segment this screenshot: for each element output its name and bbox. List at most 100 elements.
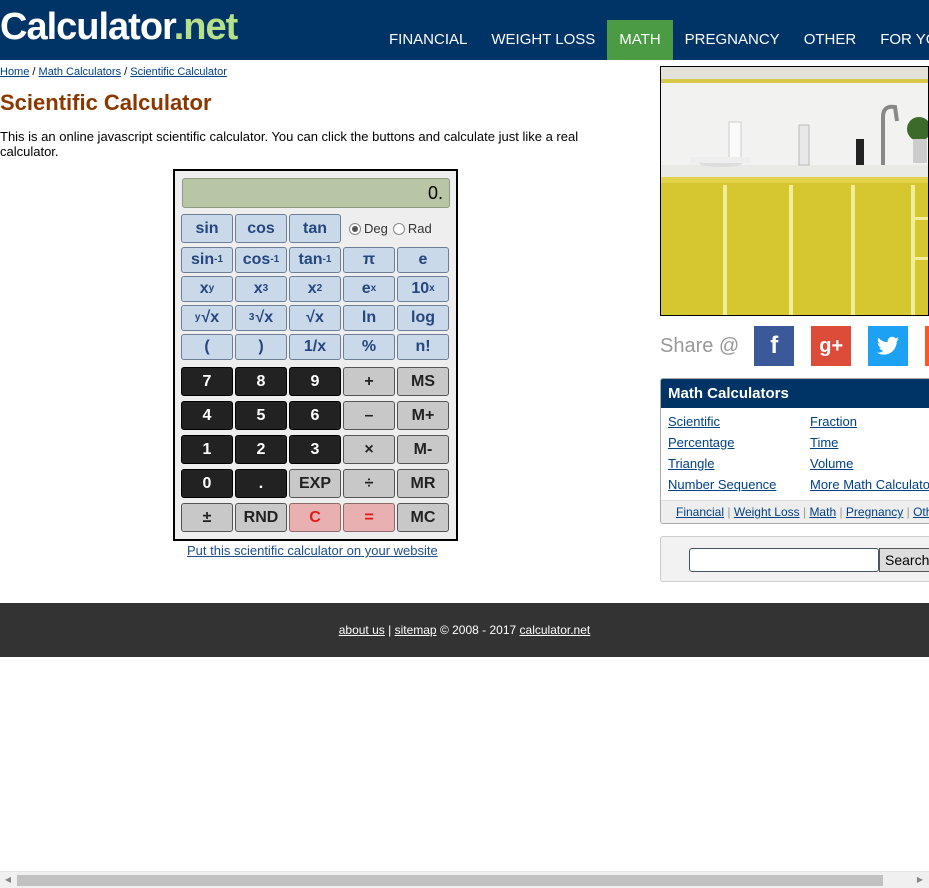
clear-button[interactable]: C	[289, 503, 341, 532]
link-more-math[interactable]: More Math Calculato	[810, 477, 929, 492]
category-pregnancy[interactable]: Pregnancy	[846, 505, 903, 519]
ten-power-button[interactable]: 10 x	[397, 276, 449, 302]
e-button[interactable]: e	[397, 247, 449, 273]
atan-label: tan	[298, 251, 323, 268]
memory-subtract-button[interactable]: M-	[397, 435, 449, 464]
digit-0-button[interactable]: 0	[181, 469, 233, 498]
cube-root-body: √x	[255, 309, 274, 326]
logo-suffix: .net	[173, 6, 239, 48]
cube-button[interactable]: x3	[235, 276, 287, 302]
scrollbar-thumb[interactable]	[17, 875, 883, 886]
more-icon[interactable]	[925, 326, 929, 366]
breadcrumb-scientific[interactable]: Scientific Calculator	[130, 66, 227, 78]
about-us-link[interactable]: about us	[339, 623, 385, 637]
link-scientific[interactable]: Scientific	[668, 414, 720, 429]
nav-financial[interactable]: FINANCIAL	[377, 20, 479, 60]
sin-button[interactable]: sin	[181, 214, 233, 243]
asin-label: sin	[190, 251, 215, 268]
multiply-button[interactable]: ×	[343, 435, 395, 464]
logo-main: Calculator	[0, 6, 175, 48]
breadcrumb-math[interactable]: Math Calculators	[39, 66, 122, 78]
digit-2-button[interactable]: 2	[235, 435, 287, 464]
exp-button[interactable]: EXP	[289, 469, 341, 498]
nav-for-your-site[interactable]: FOR YOUR SI	[868, 20, 929, 60]
category-math[interactable]: Math	[809, 505, 836, 519]
link-time[interactable]: Time	[810, 435, 838, 450]
log-button[interactable]: log	[397, 305, 449, 331]
reciprocal-button[interactable]: 1/x	[289, 334, 341, 360]
site-logo[interactable]: Calculator.net	[0, 6, 239, 49]
sqrt-button[interactable]: √x	[289, 305, 341, 331]
factorial-button[interactable]: n!	[397, 334, 449, 360]
deg-radio[interactable]	[349, 222, 361, 235]
search-box: Search	[660, 536, 929, 582]
memory-clear-button[interactable]: MC	[397, 503, 449, 532]
equals-button[interactable]: =	[343, 503, 395, 532]
digit-8-button[interactable]: 8	[235, 367, 287, 396]
nav-weight-loss[interactable]: WEIGHT LOSS	[479, 20, 607, 60]
digit-1-button[interactable]: 1	[181, 435, 233, 464]
open-paren-button[interactable]: (	[181, 334, 233, 360]
twitter-icon[interactable]	[868, 326, 909, 366]
round-button[interactable]: RND	[235, 503, 287, 532]
digit-7-button[interactable]: 7	[181, 367, 233, 396]
memory-recall-button[interactable]: MR	[397, 469, 449, 498]
digit-6-button[interactable]: 6	[289, 401, 341, 430]
category-other[interactable]: Oth	[913, 505, 929, 519]
embed-calculator-link[interactable]: Put this scientific calculator on your w…	[187, 543, 438, 558]
percent-button[interactable]: %	[343, 334, 395, 360]
digit-5-button[interactable]: 5	[235, 401, 287, 430]
horizontal-scrollbar[interactable]: ◀ ▶	[0, 871, 929, 888]
plus-button[interactable]: +	[343, 367, 395, 396]
scroll-left-icon[interactable]: ◀	[2, 874, 14, 886]
ln-button[interactable]: ln	[343, 305, 395, 331]
decimal-button[interactable]: .	[235, 469, 287, 498]
link-number-sequence[interactable]: Number Sequence	[668, 477, 776, 492]
scroll-right-icon[interactable]: ▶	[914, 874, 926, 886]
memory-store-button[interactable]: MS	[397, 367, 449, 396]
close-paren-button[interactable]: )	[235, 334, 287, 360]
sitemap-link[interactable]: sitemap	[395, 623, 437, 637]
breadcrumb: Home / Math Calculators / Scientific Cal…	[0, 66, 227, 78]
search-input[interactable]	[689, 548, 879, 572]
nav-other[interactable]: OTHER	[792, 20, 869, 60]
google-plus-icon[interactable]: g+	[811, 326, 852, 366]
cube-root-button[interactable]: 3 √x	[235, 305, 287, 331]
share-bar: Share @ f g+	[660, 326, 929, 366]
link-percentage[interactable]: Percentage	[668, 435, 735, 450]
digit-9-button[interactable]: 9	[289, 367, 341, 396]
pi-button[interactable]: π	[343, 247, 395, 273]
nav-math[interactable]: MATH	[607, 20, 673, 60]
power-y-button[interactable]: xy	[181, 276, 233, 302]
ten-power-exponent: x	[429, 283, 435, 294]
breadcrumb-home[interactable]: Home	[0, 66, 29, 78]
ad-image[interactable]	[660, 66, 929, 316]
link-fraction[interactable]: Fraction	[810, 414, 857, 429]
tan-button[interactable]: tan	[289, 214, 341, 243]
divide-button[interactable]: ÷	[343, 469, 395, 498]
search-button[interactable]: Search	[879, 548, 929, 572]
atan-button[interactable]: tan -1	[289, 247, 341, 273]
memory-add-button[interactable]: M+	[397, 401, 449, 430]
y-root-button[interactable]: y √x	[181, 305, 233, 331]
rad-radio[interactable]	[392, 222, 405, 235]
digit-4-button[interactable]: 4	[181, 401, 233, 430]
link-triangle[interactable]: Triangle	[668, 456, 714, 471]
exp-e-button[interactable]: ex	[343, 276, 395, 302]
cos-button[interactable]: cos	[235, 214, 287, 243]
sign-toggle-button[interactable]: ±	[181, 503, 233, 532]
link-volume[interactable]: Volume	[810, 456, 853, 471]
home-link[interactable]: calculator.net	[520, 623, 591, 637]
acos-button[interactable]: cos -1	[235, 247, 287, 273]
digit-3-button[interactable]: 3	[289, 435, 341, 464]
y-root-body: √x	[201, 309, 220, 326]
square-button[interactable]: x2	[289, 276, 341, 302]
facebook-icon[interactable]: f	[754, 326, 795, 366]
category-financial[interactable]: Financial	[676, 505, 724, 519]
nav-pregnancy[interactable]: PREGNANCY	[673, 20, 792, 60]
y-root-index: y	[194, 312, 201, 323]
category-weight-loss[interactable]: Weight Loss	[734, 505, 800, 519]
inverse-exponent: -1	[270, 254, 280, 265]
minus-button[interactable]: –	[343, 401, 395, 430]
asin-button[interactable]: sin -1	[181, 247, 233, 273]
